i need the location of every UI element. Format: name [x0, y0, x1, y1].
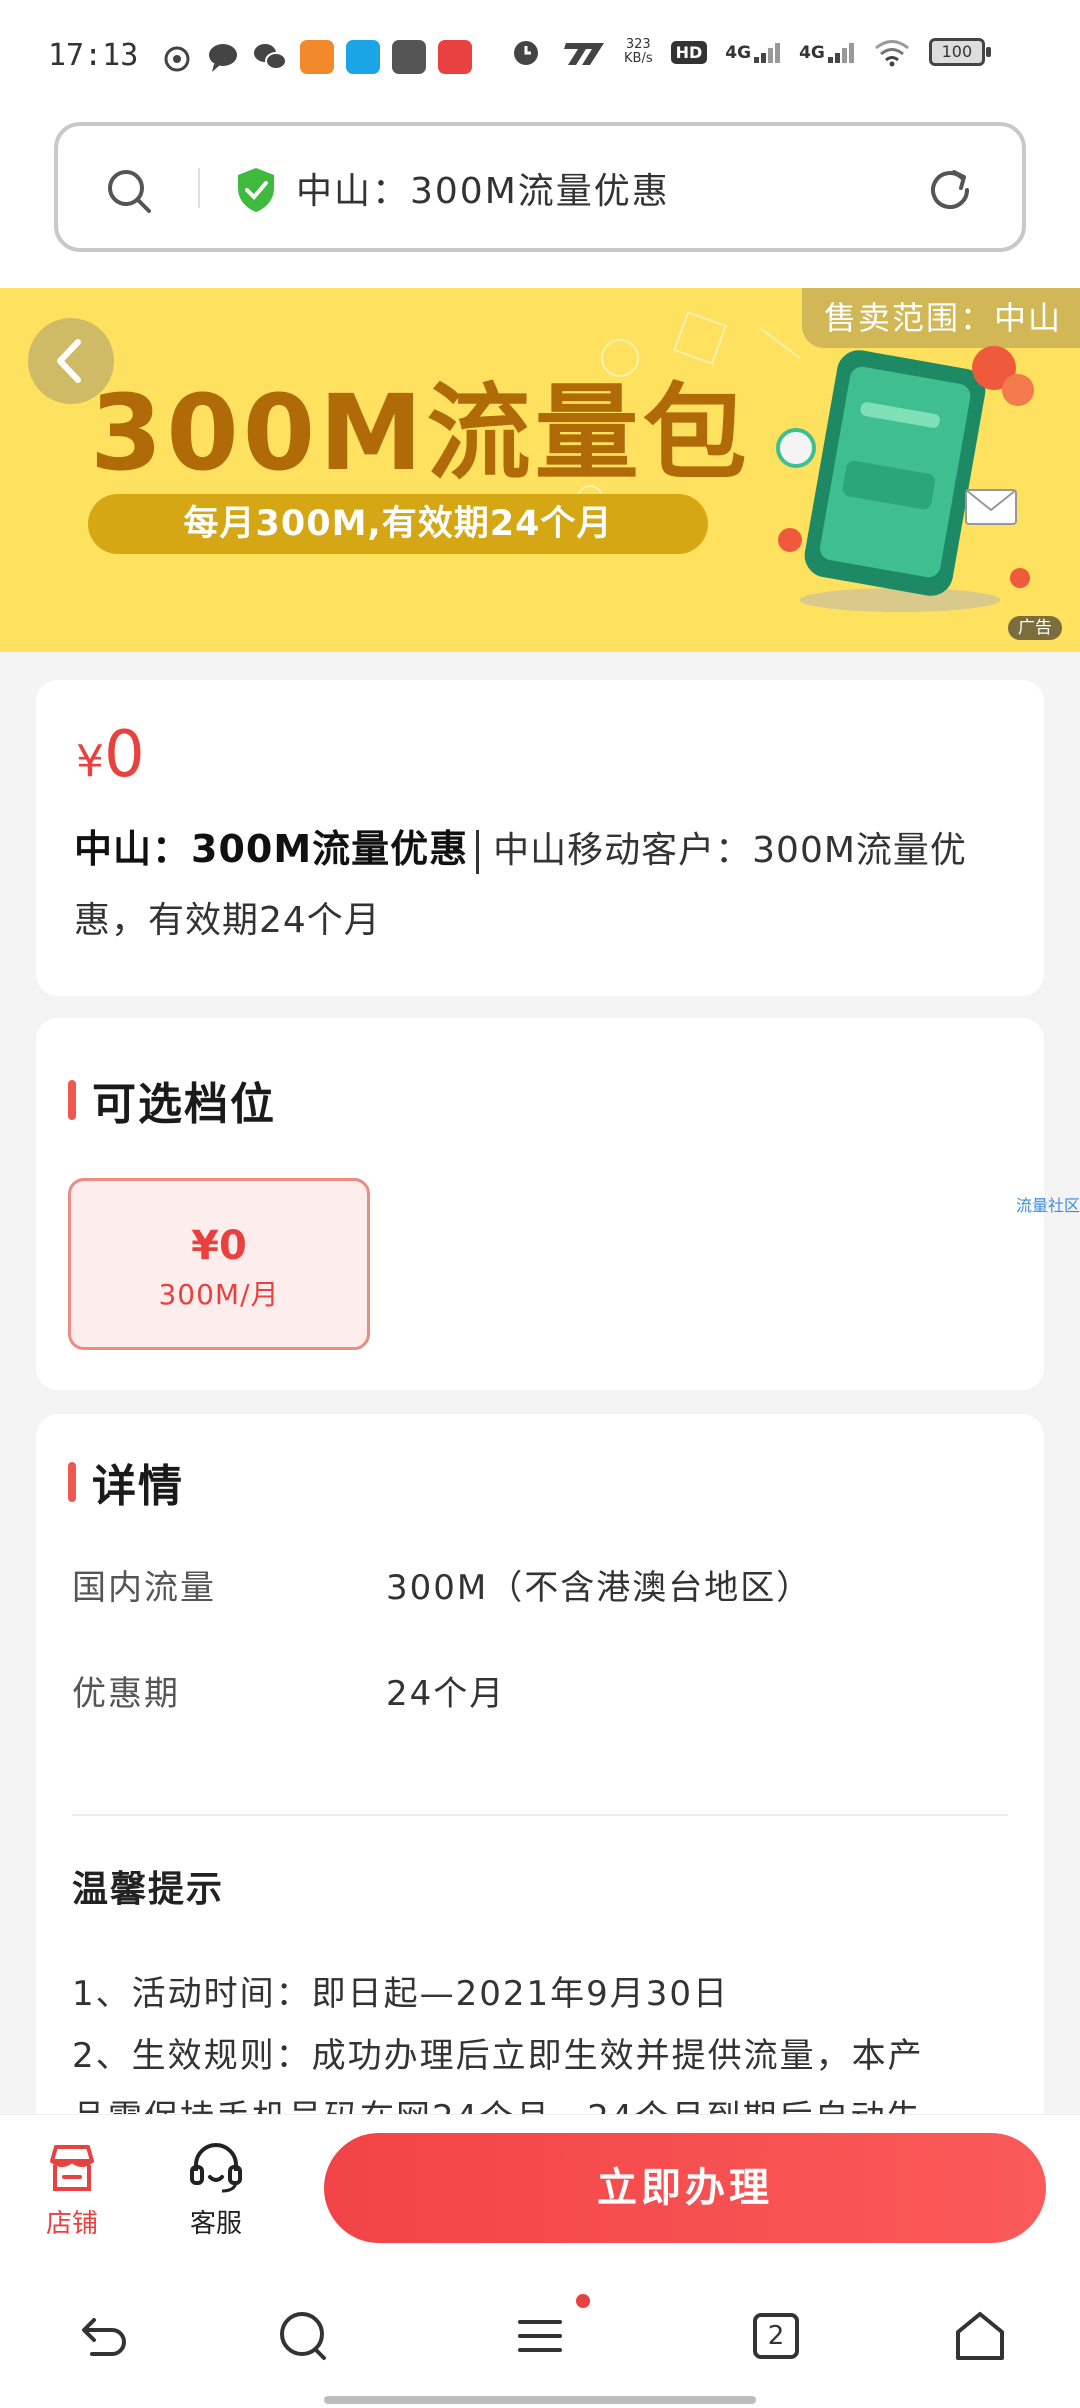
product-info: 中山：300M流量优惠 中山移动客户：300M流量优惠，有效期24个月 — [74, 814, 1014, 956]
product-name: 中山：300M流量优惠 — [74, 827, 469, 871]
hd-icon: HD — [670, 40, 708, 64]
message-icon — [209, 44, 237, 72]
app-icon-blue — [346, 40, 380, 74]
menu-icon[interactable] — [510, 2306, 570, 2366]
home-icon[interactable] — [950, 2306, 1010, 2366]
tier-section-title: 可选档位 — [68, 1068, 276, 1132]
section-accent-bar — [68, 1462, 76, 1502]
address-bar[interactable]: 中山：300M流量优惠 — [54, 122, 1026, 252]
tier-subtitle: 300M/月 — [158, 1278, 280, 1311]
ad-label: 广告 — [1008, 616, 1062, 640]
tip-line: 1、活动时间：即日起—2021年9月30日 — [72, 1974, 730, 2014]
app-icon-red — [438, 40, 472, 74]
alarm-icon — [514, 41, 538, 65]
phone-illustration — [776, 346, 1034, 612]
tier-price: ¥0 — [191, 1223, 247, 1269]
headset-icon — [190, 2143, 242, 2193]
detail-value-traffic: 300M（不含港澳台地区） — [386, 1568, 813, 1608]
store-button[interactable]: 店铺 — [22, 2137, 122, 2240]
status-bar: 17:13 323 KB/s HD 4G 4G 100 — [0, 0, 1080, 112]
traffic-community-link[interactable]: 流量社区 — [1016, 1192, 1080, 1216]
speed-icon — [564, 43, 604, 65]
back-arrow-icon[interactable] — [72, 2306, 132, 2366]
product-price: ¥0 — [76, 718, 145, 792]
signal-bars-icon — [827, 43, 854, 63]
notification-icons — [160, 40, 472, 74]
tip-line: 2、生效规则：成功办理后立即生效并提供流量，本产 — [72, 2036, 924, 2076]
search-icon[interactable] — [104, 166, 154, 216]
signal-4g-2: 4G — [799, 41, 855, 63]
tips-title: 温馨提示 — [72, 1869, 225, 1910]
search-icon[interactable] — [274, 2306, 334, 2366]
promo-banner[interactable]: 售卖范围：中山 300M流量包 每月300M,有效期24个月 广告 — [0, 288, 1080, 652]
section-accent-bar — [68, 1080, 76, 1120]
bottom-action-bar: 店铺 客服 立即办理 — [0, 2114, 1080, 2256]
battery-icon: 100 — [928, 38, 991, 66]
home-indicator[interactable] — [324, 2396, 756, 2404]
wechat-icon — [254, 44, 287, 70]
youku-icon — [392, 40, 426, 74]
app-icon-orange — [300, 40, 334, 74]
detail-label-period: 优惠期 — [72, 1674, 180, 1714]
details-divider — [72, 1814, 1008, 1816]
apply-now-button[interactable]: 立即办理 — [324, 2133, 1046, 2243]
signal-4g-1: 4G — [725, 41, 781, 63]
shield-icon — [238, 168, 274, 212]
details-card: 详情 国内流量 300M（不含港澳台地区） 优惠期 24个月 温馨提示 1、活动… — [36, 1414, 1044, 2138]
system-icons: 323 KB/s HD 4G 4G 100 — [510, 36, 991, 68]
service-label: 客服 — [189, 2209, 242, 2239]
page-title[interactable]: 中山：300M流量优惠 — [296, 162, 670, 214]
net-speed: 323 KB/s — [624, 37, 653, 66]
status-time: 17:13 — [48, 38, 139, 73]
detail-label-traffic: 国内流量 — [72, 1568, 216, 1608]
wifi-icon — [874, 40, 909, 67]
detail-value-period: 24个月 — [386, 1674, 506, 1714]
banner-subline: 每月300M,有效期24个月 — [88, 494, 708, 554]
tier-card: 可选档位 ¥0 300M/月 — [36, 1018, 1044, 1390]
reload-icon[interactable] — [924, 164, 976, 216]
currency-symbol: ¥ — [76, 736, 104, 787]
price-value: 0 — [104, 718, 145, 792]
signal-bars-icon — [754, 43, 781, 63]
details-section-title: 详情 — [68, 1450, 184, 1514]
tier-option-selected[interactable]: ¥0 300M/月 — [68, 1178, 370, 1350]
tabs-button[interactable]: 2 — [746, 2306, 806, 2366]
banner-headline: 300M流量包 — [90, 372, 751, 494]
store-icon — [50, 2145, 94, 2191]
product-card: ¥0 中山：300M流量优惠 中山移动客户：300M流量优惠，有效期24个月 — [36, 680, 1044, 996]
tier-title-text: 可选档位 — [92, 1079, 276, 1130]
weibo-icon — [164, 46, 190, 72]
name-separator — [476, 830, 480, 874]
menu-notification-dot — [576, 2294, 590, 2308]
customer-service-button[interactable]: 客服 — [166, 2137, 266, 2240]
details-title-text: 详情 — [92, 1461, 184, 1512]
address-divider — [198, 168, 200, 208]
tab-count: 2 — [753, 2313, 799, 2359]
browser-nav-bar: 2 — [0, 2256, 1080, 2408]
browser-header: 中山：300M流量优惠 — [0, 112, 1080, 288]
store-label: 店铺 — [45, 2209, 98, 2239]
